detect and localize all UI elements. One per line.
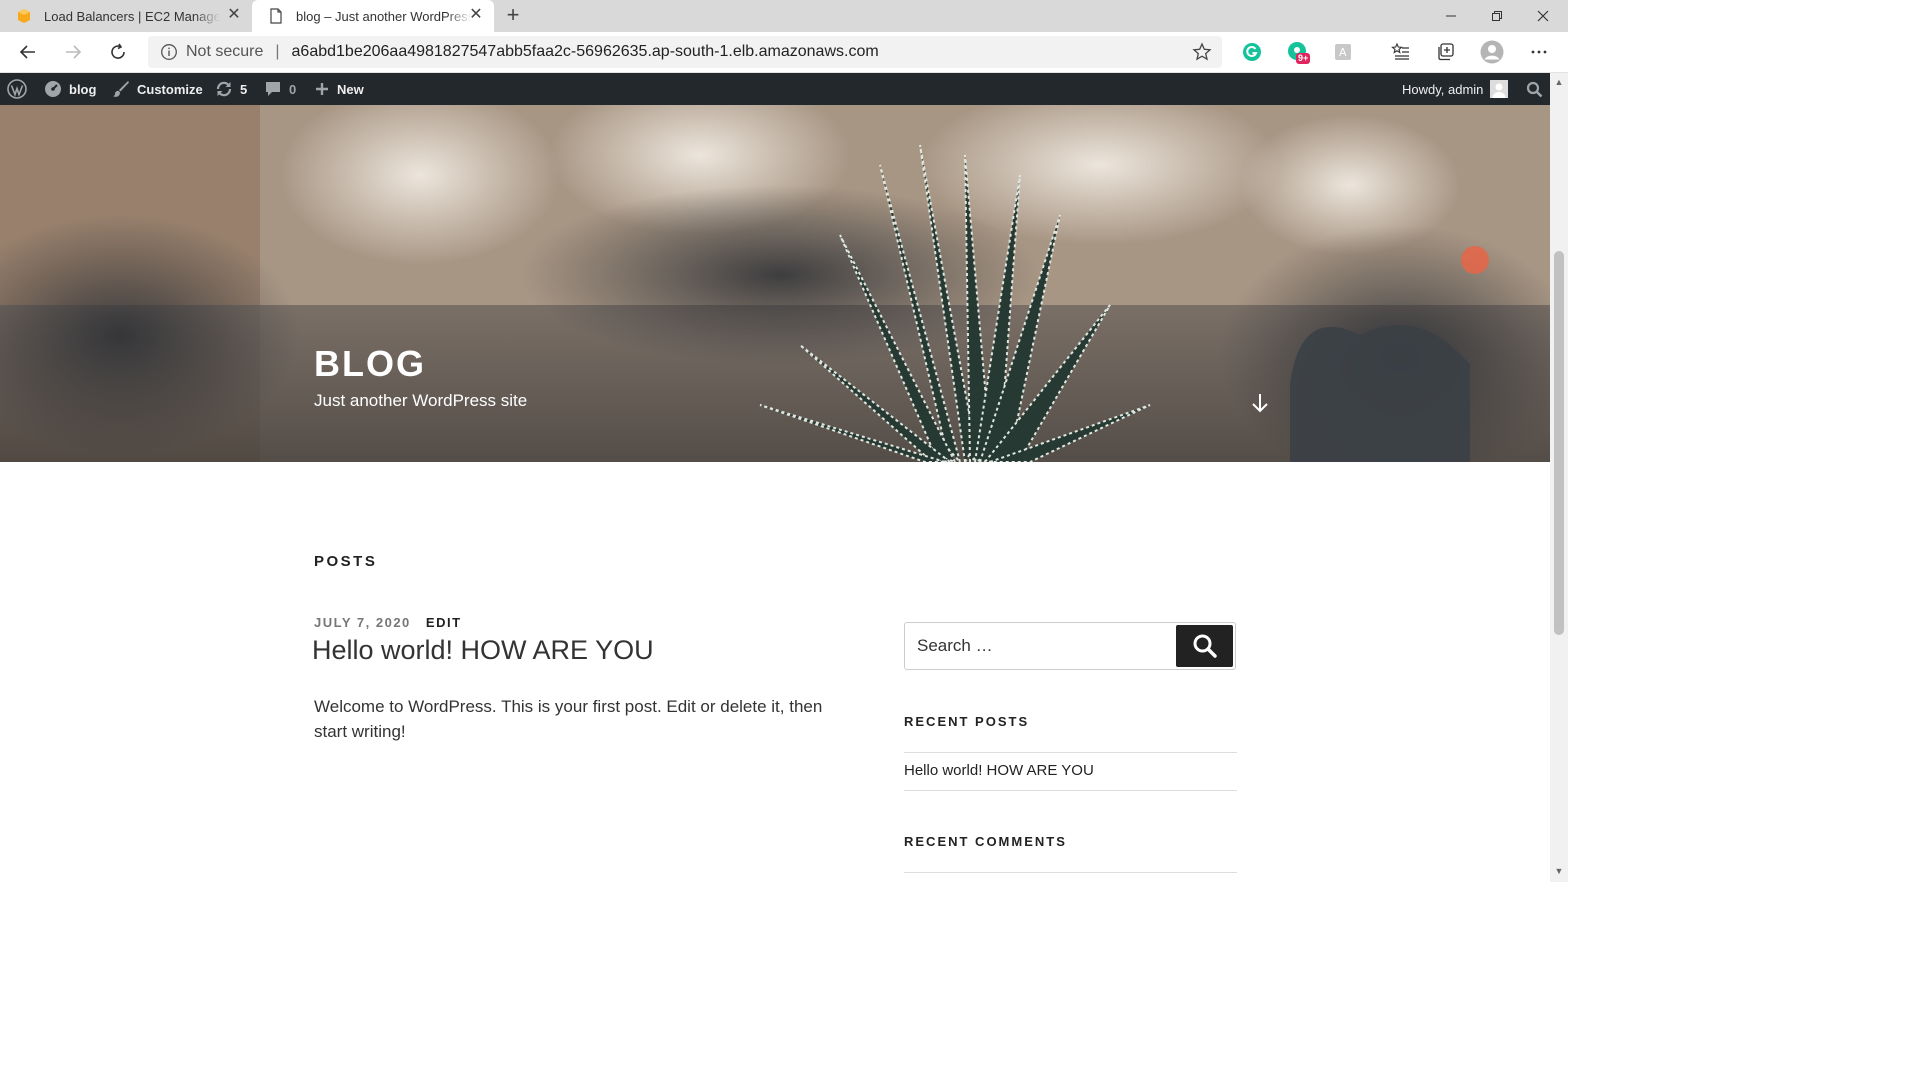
new-label: New <box>337 81 364 97</box>
header-background-image <box>0 105 1550 462</box>
site-name-menu[interactable]: blog <box>44 73 96 105</box>
translate-icon: A <box>1335 44 1351 60</box>
ellipsis-icon <box>1531 50 1547 54</box>
admin-search-button[interactable] <box>1526 73 1550 105</box>
site-title[interactable]: BLOG <box>314 343 426 385</box>
divider <box>904 872 1237 873</box>
refresh-icon <box>111 43 125 59</box>
profile-button[interactable] <box>1480 40 1504 64</box>
restore-icon <box>1492 11 1502 21</box>
search-input[interactable] <box>905 623 1175 669</box>
site-description: Just another WordPress site <box>314 391 528 410</box>
dashboard-gauge-icon <box>45 81 61 97</box>
favorites-button[interactable] <box>1389 40 1413 64</box>
updates-count: 5 <box>240 81 248 97</box>
info-icon[interactable] <box>160 43 178 61</box>
updates-link[interactable]: 5 <box>215 73 247 105</box>
wp-logo-menu[interactable] <box>7 73 34 105</box>
comment-bubble-icon <box>266 82 280 96</box>
url-text[interactable]: a6abd1be206aa4981827547abb5faa2c-5696263… <box>292 43 879 61</box>
search-form <box>904 622 1236 670</box>
tab-title: blog – Just another WordPress site <box>296 8 472 24</box>
browser-toolbar: Not secure | a6abd1be206aa4981827547abb5… <box>0 32 1568 73</box>
svg-text:A: A <box>1339 46 1347 59</box>
extension-badge: 9+ <box>1296 53 1311 64</box>
collections-button[interactable] <box>1434 40 1458 64</box>
not-secure-label: Not secure <box>186 43 264 60</box>
tab-blog[interactable]: blog – Just another WordPress site ✕ <box>252 0 494 32</box>
arrow-left-icon <box>19 45 35 59</box>
arrow-right-icon <box>66 45 82 59</box>
search-icon <box>1526 81 1543 97</box>
close-icon[interactable]: ✕ <box>468 7 484 23</box>
close-icon <box>1537 10 1549 22</box>
collections-icon <box>1438 43 1454 61</box>
tab-title: Load Balancers | EC2 Management Console <box>44 8 220 24</box>
recent-comments-title: RECENT COMMENTS <box>904 834 1067 849</box>
divider <box>904 790 1237 791</box>
address-bar[interactable]: Not secure | a6abd1be206aa4981827547abb5… <box>148 36 1222 68</box>
customize-label: Customize <box>137 81 203 97</box>
favorites-list-icon <box>1391 42 1409 60</box>
wp-admin-bar: blog Customize 5 0 New Howdy, admin <box>0 73 1550 105</box>
recent-posts-title: RECENT POSTS <box>904 714 1030 729</box>
paintbrush-icon <box>113 81 129 97</box>
arrow-down-icon[interactable] <box>1248 391 1272 415</box>
more-menu-button[interactable] <box>1527 40 1551 64</box>
updates-refresh-icon <box>216 81 232 97</box>
grammarly-extension[interactable] <box>1240 40 1264 64</box>
comments-count: 0 <box>289 81 297 97</box>
post-content: Welcome to WordPress. This is your first… <box>314 697 823 741</box>
recent-post-link[interactable]: Hello world! HOW ARE YOU <box>904 762 1094 779</box>
page-icon <box>270 8 282 24</box>
minimize-icon <box>1446 15 1456 17</box>
back-button[interactable] <box>14 38 42 66</box>
tab-load-balancers[interactable]: Load Balancers | EC2 Management Console … <box>0 0 252 32</box>
restore-button[interactable] <box>1474 0 1520 32</box>
address-separator: | <box>275 43 280 60</box>
profile-avatar-icon <box>1480 40 1504 64</box>
customize-link[interactable]: Customize <box>112 73 203 105</box>
search-submit-button[interactable] <box>1176 625 1233 667</box>
page-scrollbar[interactable]: ▲ ▼ <box>1550 73 1568 882</box>
scroll-down-icon[interactable]: ▼ <box>1554 866 1564 876</box>
refresh-button[interactable] <box>104 38 132 66</box>
close-icon[interactable]: ✕ <box>226 7 242 23</box>
close-window-button[interactable] <box>1520 0 1566 32</box>
edit-post-link[interactable]: EDIT <box>426 615 462 630</box>
new-content-menu[interactable]: New <box>314 73 364 105</box>
page-heading: POSTS <box>314 553 378 570</box>
divider <box>904 752 1237 753</box>
star-icon[interactable] <box>1192 42 1212 62</box>
extension-with-badge[interactable]: 9+ <box>1286 40 1311 64</box>
translate-extension[interactable]: A <box>1331 40 1355 64</box>
howdy-label: Howdy, admin <box>1402 81 1484 97</box>
forward-button[interactable] <box>59 38 87 66</box>
scrollbar-thumb[interactable] <box>1554 251 1564 635</box>
search-icon <box>1193 634 1217 658</box>
post-title[interactable]: Hello world! HOW ARE YOU <box>312 635 654 666</box>
user-avatar-icon <box>1490 80 1509 98</box>
new-tab-button[interactable]: + <box>502 4 524 26</box>
my-account-menu[interactable]: Howdy, admin <box>1402 73 1509 105</box>
browser-tabstrip: Load Balancers | EC2 Management Console … <box>0 0 1568 32</box>
scroll-up-icon[interactable]: ▲ <box>1554 77 1564 87</box>
comments-link[interactable]: 0 <box>264 73 296 105</box>
plus-icon <box>316 83 328 95</box>
wordpress-logo-icon <box>7 79 27 99</box>
site-name-label: blog <box>69 81 97 97</box>
aws-box-icon <box>18 9 30 23</box>
header-media: BLOG Just another WordPress site <box>0 105 1550 462</box>
minimize-button[interactable] <box>1428 0 1474 32</box>
grammarly-icon <box>1243 43 1261 61</box>
post-date[interactable]: JULY 7, 2020 <box>314 615 411 630</box>
post-meta: JULY 7, 2020 EDIT <box>314 615 462 630</box>
